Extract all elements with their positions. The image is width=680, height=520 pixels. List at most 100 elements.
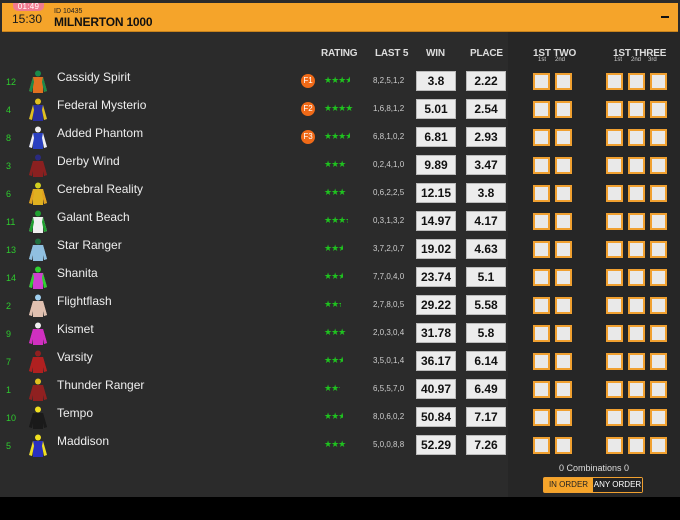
first-three-2nd-checkbox[interactable]	[628, 437, 645, 454]
first-two-1st-checkbox[interactable]	[533, 101, 550, 118]
first-three-3rd-checkbox[interactable]	[650, 129, 667, 146]
runner-name[interactable]: Shanita	[57, 264, 98, 282]
first-two-2nd-checkbox[interactable]	[555, 437, 572, 454]
runner-name[interactable]: Galant Beach	[57, 208, 130, 226]
first-three-1st-checkbox[interactable]	[606, 325, 623, 342]
first-three-2nd-checkbox[interactable]	[628, 73, 645, 90]
first-two-1st-checkbox[interactable]	[533, 297, 550, 314]
win-odds-button[interactable]: 29.22	[416, 295, 456, 315]
runner-name[interactable]: Tempo	[57, 404, 93, 422]
first-two-2nd-checkbox[interactable]	[555, 213, 572, 230]
first-three-3rd-checkbox[interactable]	[650, 157, 667, 174]
first-two-1st-checkbox[interactable]	[533, 269, 550, 286]
first-three-3rd-checkbox[interactable]	[650, 381, 667, 398]
first-two-1st-checkbox[interactable]	[533, 129, 550, 146]
first-two-2nd-checkbox[interactable]	[555, 381, 572, 398]
in-order-button[interactable]: IN ORDER	[544, 478, 593, 492]
first-three-3rd-checkbox[interactable]	[650, 353, 667, 370]
win-odds-button[interactable]: 6.81	[416, 127, 456, 147]
first-two-1st-checkbox[interactable]	[533, 73, 550, 90]
first-three-2nd-checkbox[interactable]	[628, 101, 645, 118]
runner-name[interactable]: Federal Mysterio	[57, 96, 146, 114]
first-three-1st-checkbox[interactable]	[606, 409, 623, 426]
first-two-1st-checkbox[interactable]	[533, 381, 550, 398]
first-three-3rd-checkbox[interactable]	[650, 101, 667, 118]
win-odds-button[interactable]: 14.97	[416, 211, 456, 231]
win-odds-button[interactable]: 12.15	[416, 183, 456, 203]
win-odds-button[interactable]: 52.29	[416, 435, 456, 455]
first-three-1st-checkbox[interactable]	[606, 297, 623, 314]
first-two-2nd-checkbox[interactable]	[555, 73, 572, 90]
first-two-1st-checkbox[interactable]	[533, 437, 550, 454]
runner-name[interactable]: Cerebral Reality	[57, 180, 143, 198]
first-three-1st-checkbox[interactable]	[606, 129, 623, 146]
first-three-2nd-checkbox[interactable]	[628, 213, 645, 230]
first-three-3rd-checkbox[interactable]	[650, 437, 667, 454]
runner-name[interactable]: Added Phantom	[57, 124, 143, 142]
win-odds-button[interactable]: 40.97	[416, 379, 456, 399]
first-two-1st-checkbox[interactable]	[533, 185, 550, 202]
first-three-3rd-checkbox[interactable]	[650, 241, 667, 258]
first-three-3rd-checkbox[interactable]	[650, 213, 667, 230]
first-two-2nd-checkbox[interactable]	[555, 409, 572, 426]
first-two-1st-checkbox[interactable]	[533, 409, 550, 426]
first-three-2nd-checkbox[interactable]	[628, 325, 645, 342]
runner-name[interactable]: Maddison	[57, 432, 109, 450]
place-odds-button[interactable]: 2.54	[466, 99, 506, 119]
first-three-2nd-checkbox[interactable]	[628, 185, 645, 202]
first-two-1st-checkbox[interactable]	[533, 325, 550, 342]
first-two-1st-checkbox[interactable]	[533, 213, 550, 230]
runner-name[interactable]: Star Ranger	[57, 236, 122, 254]
first-two-2nd-checkbox[interactable]	[555, 185, 572, 202]
any-order-button[interactable]: ANY ORDER	[593, 478, 642, 492]
runner-name[interactable]: Varsity	[57, 348, 93, 366]
win-odds-button[interactable]: 3.8	[416, 71, 456, 91]
first-three-3rd-checkbox[interactable]	[650, 73, 667, 90]
first-three-1st-checkbox[interactable]	[606, 185, 623, 202]
first-two-2nd-checkbox[interactable]	[555, 297, 572, 314]
place-odds-button[interactable]: 5.1	[466, 267, 506, 287]
first-three-2nd-checkbox[interactable]	[628, 353, 645, 370]
first-three-1st-checkbox[interactable]	[606, 101, 623, 118]
place-odds-button[interactable]: 5.8	[466, 323, 506, 343]
first-two-1st-checkbox[interactable]	[533, 353, 550, 370]
place-odds-button[interactable]: 4.17	[466, 211, 506, 231]
runner-name[interactable]: Derby Wind	[57, 152, 120, 170]
win-odds-button[interactable]: 9.89	[416, 155, 456, 175]
place-odds-button[interactable]: 5.58	[466, 295, 506, 315]
place-odds-button[interactable]: 7.17	[466, 407, 506, 427]
first-two-2nd-checkbox[interactable]	[555, 325, 572, 342]
first-two-2nd-checkbox[interactable]	[555, 241, 572, 258]
first-two-1st-checkbox[interactable]	[533, 241, 550, 258]
runner-name[interactable]: Kismet	[57, 320, 94, 338]
first-three-1st-checkbox[interactable]	[606, 437, 623, 454]
first-two-1st-checkbox[interactable]	[533, 157, 550, 174]
win-odds-button[interactable]: 50.84	[416, 407, 456, 427]
first-three-2nd-checkbox[interactable]	[628, 157, 645, 174]
first-two-2nd-checkbox[interactable]	[555, 157, 572, 174]
place-odds-button[interactable]: 3.8	[466, 183, 506, 203]
first-three-3rd-checkbox[interactable]	[650, 325, 667, 342]
first-three-2nd-checkbox[interactable]	[628, 297, 645, 314]
first-three-1st-checkbox[interactable]	[606, 73, 623, 90]
place-odds-button[interactable]: 4.63	[466, 239, 506, 259]
place-odds-button[interactable]: 2.93	[466, 127, 506, 147]
first-three-3rd-checkbox[interactable]	[650, 185, 667, 202]
first-three-2nd-checkbox[interactable]	[628, 381, 645, 398]
first-three-2nd-checkbox[interactable]	[628, 269, 645, 286]
first-three-1st-checkbox[interactable]	[606, 353, 623, 370]
place-odds-button[interactable]: 6.14	[466, 351, 506, 371]
first-three-1st-checkbox[interactable]	[606, 157, 623, 174]
win-odds-button[interactable]: 5.01	[416, 99, 456, 119]
first-three-3rd-checkbox[interactable]	[650, 269, 667, 286]
first-two-2nd-checkbox[interactable]	[555, 269, 572, 286]
runner-name[interactable]: Cassidy Spirit	[57, 68, 130, 86]
first-two-2nd-checkbox[interactable]	[555, 129, 572, 146]
first-three-3rd-checkbox[interactable]	[650, 409, 667, 426]
win-odds-button[interactable]: 23.74	[416, 267, 456, 287]
place-odds-button[interactable]: 2.22	[466, 71, 506, 91]
first-three-1st-checkbox[interactable]	[606, 381, 623, 398]
minus-icon[interactable]	[660, 12, 670, 22]
place-odds-button[interactable]: 6.49	[466, 379, 506, 399]
win-odds-button[interactable]: 31.78	[416, 323, 456, 343]
